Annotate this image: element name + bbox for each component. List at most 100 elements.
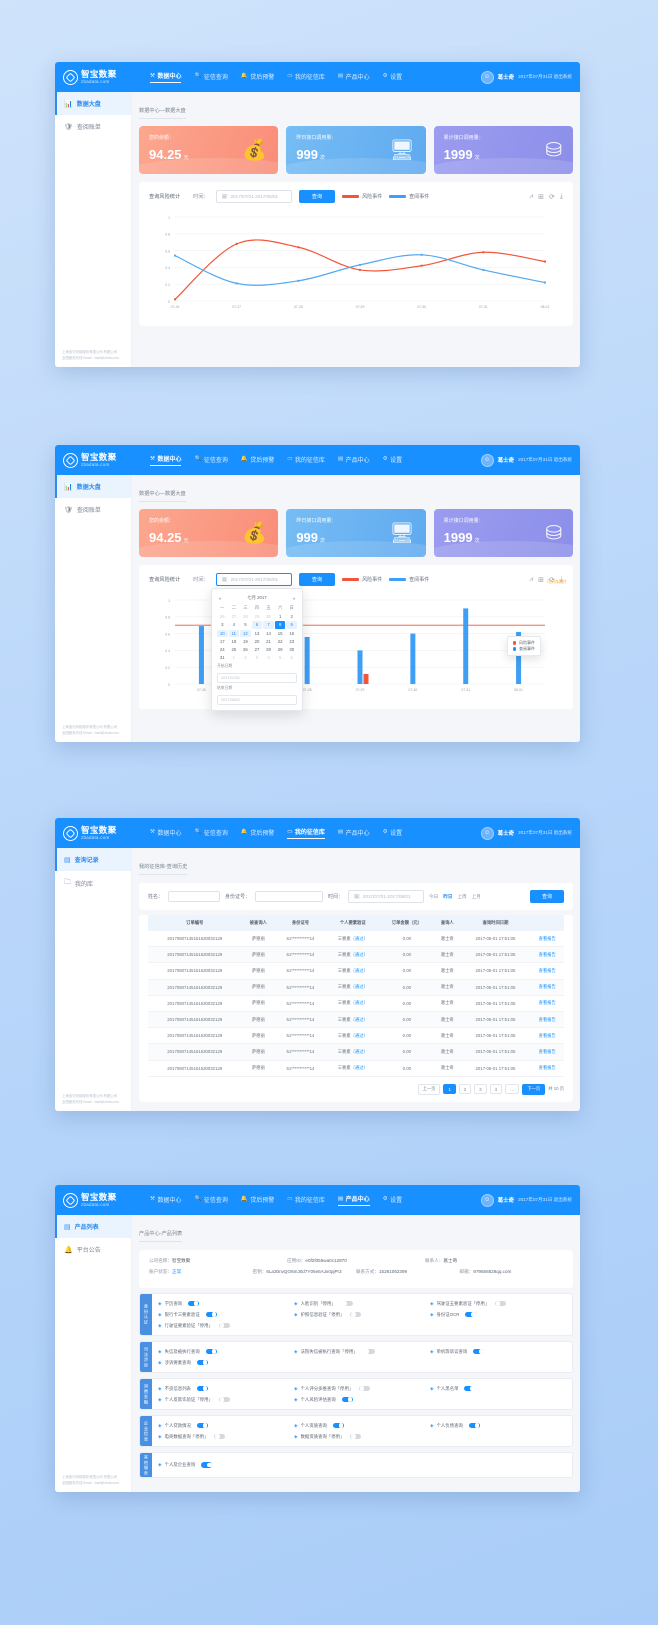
calendar-day[interactable]: 11 — [228, 629, 240, 637]
brand-logo[interactable]: 智宝数聚 zbadata.com — [63, 1192, 138, 1208]
view-report-link[interactable]: 查看报告 — [530, 962, 564, 980]
product-toggle[interactable] — [332, 1422, 344, 1429]
product-toggle[interactable] — [188, 1300, 200, 1307]
product-toggle[interactable] — [218, 1396, 230, 1403]
calendar-day[interactable]: 30 — [263, 613, 274, 620]
nav-item-shezhi[interactable]: ⚙ 设置 — [383, 72, 402, 83]
stat-card-yesterday-calls[interactable]: 昨日接口调用量： 999 次 🖥 — [286, 509, 426, 557]
sidebar-item-pingtaigonggao[interactable]: 🔔 平台公告 — [55, 1238, 131, 1261]
calendar-day[interactable]: 8 — [274, 621, 286, 629]
product-toggle[interactable] — [363, 1348, 375, 1355]
brand-logo[interactable]: 智宝数聚 zbadata.com — [63, 69, 138, 85]
line-chart-icon[interactable]: ⩘ — [529, 576, 533, 584]
table-row[interactable]: 20170807145161630032129 萨德丽 51***********1… — [148, 1060, 564, 1077]
next-page-button[interactable]: 下一页 — [522, 1083, 546, 1095]
sidebar-item-shujudapan[interactable]: 📊 数据大盘 — [55, 475, 131, 498]
nav-item-daihouyujing[interactable]: 🔔 贷后预警 — [241, 72, 274, 83]
start-date-input[interactable]: 2017/07/01 — [217, 673, 297, 684]
nav-item-wodezhengxinku[interactable]: ▭ 我的征信库 — [287, 827, 325, 839]
calendar-day[interactable]: 5 — [275, 654, 286, 661]
calendar-day[interactable]: 7 — [263, 621, 274, 629]
calendar-day[interactable]: 2 — [286, 613, 297, 620]
avatar[interactable]: ☺ — [480, 826, 494, 840]
product-toggle[interactable] — [196, 1422, 208, 1429]
calendar-day[interactable]: 25 — [229, 646, 240, 653]
product-toggle[interactable] — [359, 1385, 371, 1392]
calendar-day[interactable]: 27 — [229, 613, 240, 620]
view-report-link[interactable]: 查看报告 — [530, 931, 564, 948]
table-row[interactable]: 20170807145161630032129 萨德丽 51***********1… — [148, 1043, 564, 1061]
id-number-input[interactable] — [255, 891, 324, 902]
name-input[interactable] — [168, 891, 221, 902]
nav-item-shujuzhongxin[interactable]: ⚒ 数据中心 — [150, 1195, 181, 1206]
nav-item-daihouyujing[interactable]: 🔔 贷后预警 — [241, 455, 274, 466]
view-report-link[interactable]: 查看报告 — [530, 995, 564, 1012]
page-button-1[interactable]: 1 — [443, 1084, 456, 1095]
product-toggle[interactable] — [468, 1422, 480, 1429]
calendar-day[interactable]: 26 — [240, 646, 251, 653]
bar-chart-icon[interactable]: ⊞ — [538, 576, 544, 584]
quick-filter-today[interactable]: 今日 — [429, 894, 438, 900]
product-toggle[interactable] — [196, 1385, 208, 1392]
calendar-day[interactable]: 1 — [275, 613, 286, 620]
nav-item-wodezhengxinku[interactable]: ▭ 我的征信库 — [287, 72, 325, 83]
nav-item-zhengxinchaxun[interactable]: 🔍 征信查询 — [194, 72, 227, 83]
calendar-next-button[interactable]: » — [293, 596, 295, 601]
nav-item-shezhi[interactable]: ⚙ 设置 — [383, 1195, 402, 1206]
calendar-day[interactable]: 15 — [275, 630, 286, 637]
calendar-day[interactable]: 24 — [217, 646, 228, 653]
calendar-day[interactable]: 21 — [263, 638, 274, 645]
brand-logo[interactable]: 智宝数聚 zbadata.com — [63, 452, 138, 468]
calendar-day[interactable]: 4 — [263, 654, 274, 661]
view-report-link[interactable]: 查看报告 — [530, 979, 564, 996]
view-report-link[interactable]: 查看报告 — [530, 1060, 564, 1077]
calendar-day[interactable]: 30 — [286, 646, 297, 653]
calendar-day[interactable]: 29 — [275, 646, 286, 653]
stat-card-total-calls[interactable]: 累计接口调用量： 1999 次 ⛁ — [433, 126, 573, 174]
date-picker-popup[interactable]: « 七月 2017 » 一二三四五六日 26 27 28 29 30 1 2 3 4 5 6 7 8 9 10… — [211, 588, 303, 712]
query-button[interactable]: 查询 — [298, 573, 336, 586]
calendar-day[interactable]: 27 — [252, 646, 263, 653]
avatar[interactable]: ☺ — [480, 453, 494, 467]
calendar-day[interactable]: 5 — [240, 621, 251, 628]
nav-item-daihouyujing[interactable]: 🔔 贷后预警 — [241, 828, 274, 839]
session-info[interactable]: 2017年07月31日 退出系统 — [518, 457, 572, 463]
stat-card-balance[interactable]: 您的余额： 94.25 元 💰 — [139, 126, 279, 174]
calendar-day[interactable]: 31 — [217, 654, 228, 661]
product-toggle[interactable] — [464, 1385, 476, 1392]
nav-item-zhengxinchaxun[interactable]: 🔍 征信查询 — [194, 455, 227, 466]
end-date-input[interactable]: 2017/08/01 — [217, 695, 297, 706]
view-report-link[interactable]: 查看报告 — [530, 1027, 564, 1045]
date-range-picker[interactable]: 🗓 2017/07/01-2017/08/01 — [215, 190, 292, 203]
sidebar-item-chayuezhangdan[interactable]: 🛡 查阅账单 — [55, 498, 131, 521]
product-toggle[interactable] — [205, 1348, 217, 1355]
stat-card-total-calls[interactable]: 累计接口调用量： 1999 次 ⛁ — [433, 509, 573, 557]
nav-item-zhengxinchaxun[interactable]: 🔍 征信查询 — [194, 1195, 227, 1206]
product-toggle[interactable] — [205, 1311, 217, 1318]
download-icon[interactable]: ⤓ — [560, 193, 563, 201]
view-report-link[interactable]: 查看报告 — [530, 946, 564, 964]
calendar-day[interactable]: 28 — [263, 646, 274, 653]
page-button-2[interactable]: 2 — [458, 1084, 472, 1095]
brand-logo[interactable]: 智宝数聚 zbadata.com — [63, 825, 138, 841]
date-range-picker[interactable]: 🗓 2017/07/01-2017/08/01 — [348, 890, 425, 903]
nav-item-chanpinzhongxin[interactable]: ▤ 产品中心 — [338, 72, 370, 83]
calendar-day[interactable]: 12 — [240, 629, 251, 637]
table-row[interactable]: 20170807145161630032129 萨德丽 51***********1… — [148, 1011, 564, 1029]
nav-item-shujuzhongxin[interactable]: ⚒ 数据中心 — [150, 71, 182, 83]
table-row[interactable]: 20170807145161630032129 萨德丽 51***********1… — [148, 946, 564, 964]
calendar-day[interactable]: 4 — [229, 621, 240, 628]
avatar[interactable]: ☺ — [480, 1193, 494, 1207]
bar-chart-icon[interactable]: ⊞ — [538, 193, 544, 201]
session-info[interactable]: 2017年07月31日 退出系统 — [518, 830, 572, 836]
sidebar-item-shujudapan[interactable]: 📊 数据大盘 — [55, 92, 131, 115]
legend-view[interactable]: 查阅事件 — [389, 576, 429, 583]
product-toggle[interactable] — [196, 1359, 208, 1366]
legend-risk[interactable]: 风险事件 — [342, 576, 382, 583]
line-chart-icon[interactable]: ⩘ — [529, 193, 533, 201]
legend-view[interactable]: 查阅事件 — [389, 193, 429, 200]
nav-item-chanpinzhongxin[interactable]: ▤ 产品中心 — [338, 455, 370, 466]
product-toggle[interactable] — [473, 1348, 485, 1355]
calendar-day[interactable]: 3 — [252, 654, 263, 661]
nav-item-shezhi[interactable]: ⚙ 设置 — [383, 828, 402, 839]
